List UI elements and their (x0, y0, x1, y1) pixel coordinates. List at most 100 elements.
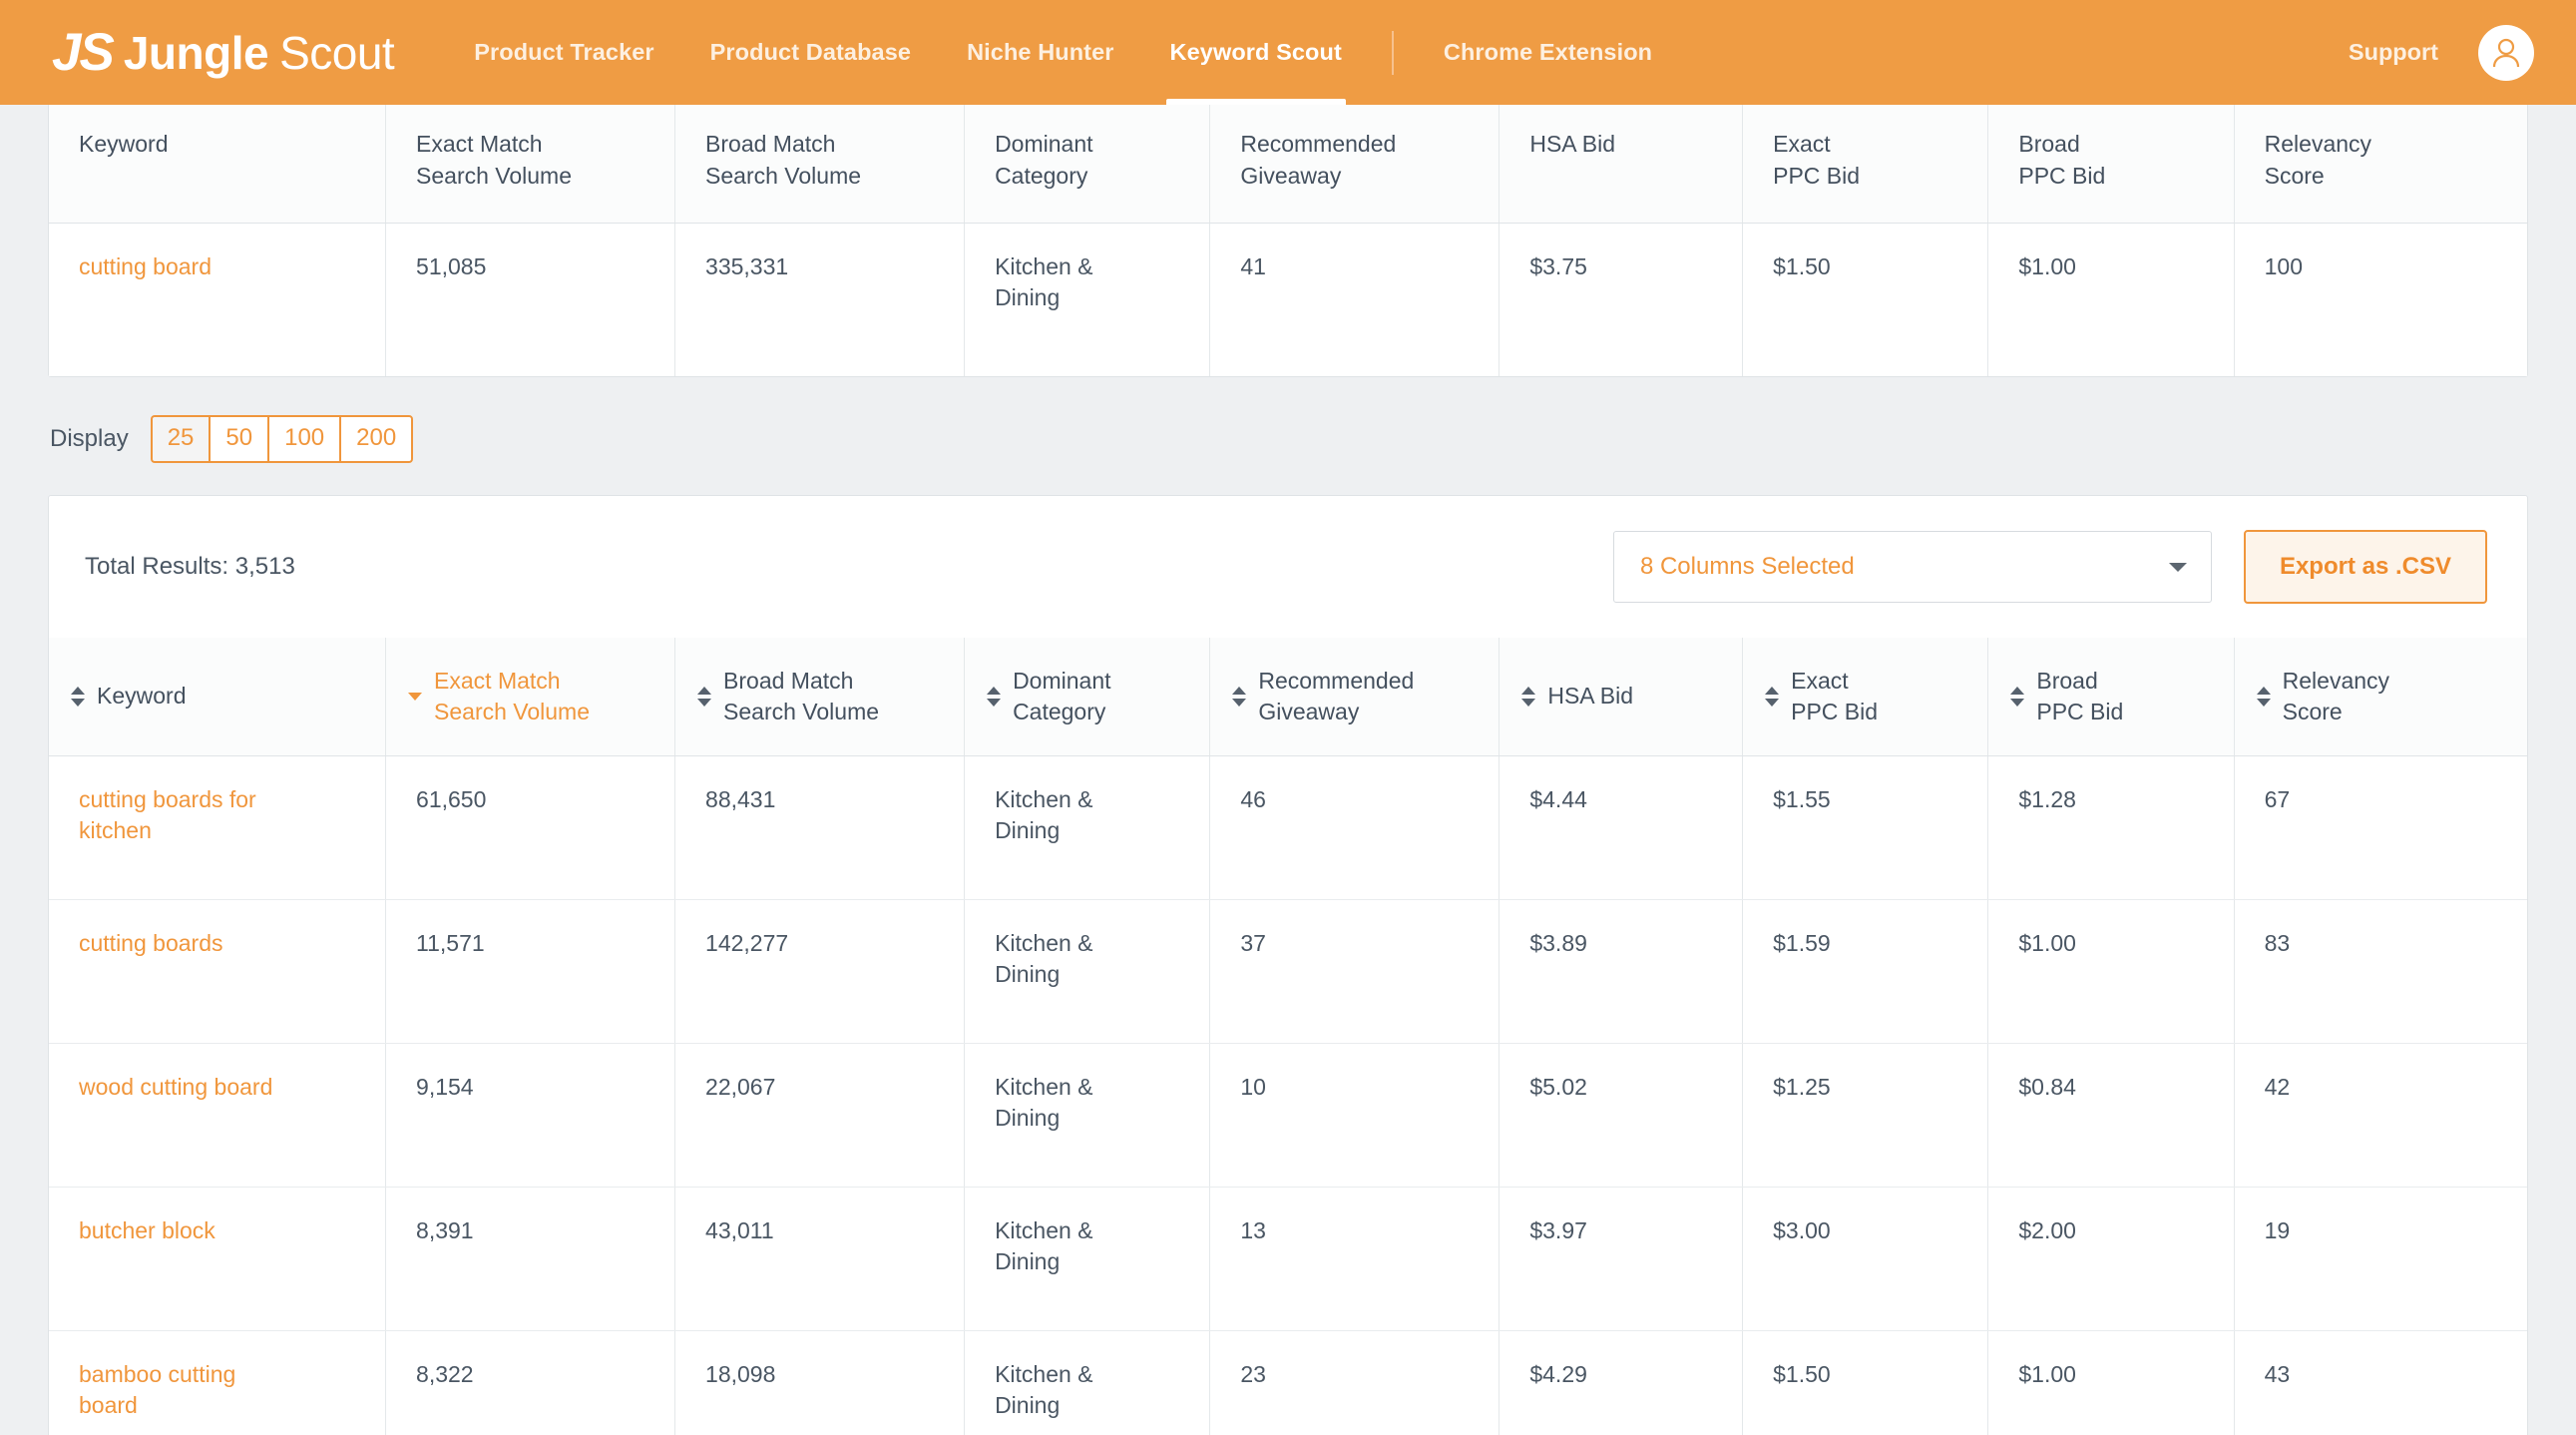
header-line1: Broad Match (723, 668, 853, 694)
page-size-50[interactable]: 50 (209, 415, 267, 464)
header-line2: Giveaway (1240, 163, 1341, 189)
nav-item-niche-hunter[interactable]: Niche Hunter (939, 0, 1141, 105)
category-line2: Dining (995, 284, 1060, 310)
header-keyword: Keyword (49, 105, 386, 223)
cell-exact-ppc-bid: $3.00 (1743, 1187, 1988, 1330)
header-keyword-label: Keyword (79, 131, 168, 157)
cell-dominant-category: Kitchen & Dining (965, 1330, 1210, 1435)
columns-select-dropdown[interactable]: 8 Columns Selected (1613, 531, 2212, 603)
page-size-100[interactable]: 100 (267, 415, 339, 464)
brand-logo[interactable]: JS Jungle Scout (52, 26, 394, 79)
header-line1: HSA Bid (1547, 683, 1633, 709)
category-line1: Kitchen & (995, 1217, 1092, 1243)
results-table-body: cutting boards for kitchen 61,650 88,431… (49, 755, 2527, 1435)
table-row: bamboo cutting board 8,322 18,098 Kitche… (49, 1330, 2527, 1435)
nav-item-product-tracker[interactable]: Product Tracker (446, 0, 681, 105)
keyword-link[interactable]: bamboo cutting board (79, 1361, 235, 1419)
sort-header-recommended-giveaway[interactable]: Recommended Giveaway (1210, 638, 1500, 755)
cell-relevancy-score: 43 (2234, 1330, 2527, 1435)
keyword-line2: board (79, 1392, 138, 1418)
nav-item-support[interactable]: Support (2349, 39, 2438, 66)
header-line2: PPC Bid (1791, 699, 1878, 724)
header-broad-match-search-volume: Broad Match Search Volume (675, 105, 965, 223)
nav-divider (1392, 31, 1394, 75)
cell-dominant-category: Kitchen & Dining (965, 1187, 1210, 1330)
sort-header-keyword[interactable]: Keyword (49, 638, 386, 755)
cell-broad-match-search-volume: 18,098 (675, 1330, 965, 1435)
columns-select-value: 8 Columns Selected (1640, 553, 1855, 581)
header-line2: Search Volume (434, 699, 590, 724)
nav-item-keyword-scout[interactable]: Keyword Scout (1142, 0, 1370, 105)
keyword-link[interactable]: cutting board (79, 253, 212, 279)
sort-header-broad-ppc-bid[interactable]: Broad PPC Bid (1988, 638, 2234, 755)
header-line2: Giveaway (1258, 699, 1359, 724)
header-line2: Search Volume (416, 163, 572, 189)
sort-header-label: Exact PPC Bid (1791, 666, 1878, 728)
cell-recommended-giveaway: 46 (1210, 755, 1500, 899)
cell-exact-match-search-volume: 11,571 (386, 899, 675, 1043)
cell-exact-match-search-volume: 9,154 (386, 1043, 675, 1187)
cell-recommended-giveaway: 23 (1210, 1330, 1500, 1435)
sort-arrows-icon (2257, 687, 2271, 707)
user-avatar-icon (2487, 34, 2525, 72)
sort-header-exact-match-search-volume[interactable]: Exact Match Search Volume (386, 638, 675, 755)
header-dominant-category: Dominant Category (965, 105, 1210, 223)
header-line1: Exact Match (434, 668, 561, 694)
cell-hsa-bid: $3.89 (1500, 899, 1743, 1043)
export-csv-button[interactable]: Export as .CSV (2244, 530, 2487, 604)
cell-exact-ppc-bid: $1.25 (1743, 1043, 1988, 1187)
cell-relevancy-score: 100 (2234, 223, 2527, 376)
header-hsa-bid: HSA Bid (1500, 105, 1743, 223)
sort-arrows-icon (987, 687, 1001, 707)
user-avatar-button[interactable] (2478, 25, 2534, 81)
sort-header-exact-ppc-bid[interactable]: Exact PPC Bid (1743, 638, 1988, 755)
sort-header-label: Relevancy Score (2283, 666, 2389, 728)
cell-broad-match-search-volume: 88,431 (675, 755, 965, 899)
keyword-link[interactable]: cutting boards for kitchen (79, 786, 256, 844)
sort-header-label: HSA Bid (1547, 681, 1633, 713)
sort-arrow-down-icon (408, 693, 422, 701)
header-line1: Exact (1791, 668, 1849, 694)
header-line1: Relevancy (2283, 668, 2389, 694)
sort-header-dominant-category[interactable]: Dominant Category (965, 638, 1210, 755)
nav-item-product-database[interactable]: Product Database (682, 0, 939, 105)
header-line2: Search Volume (723, 699, 879, 724)
header-line1: Relevancy (2265, 131, 2371, 157)
page-size-200[interactable]: 200 (339, 415, 413, 464)
category-line2: Dining (995, 1105, 1060, 1131)
display-page-size-group: 25 50 100 200 (151, 415, 414, 464)
cell-broad-ppc-bid: $1.28 (1988, 755, 2234, 899)
cell-exact-ppc-bid: $1.50 (1743, 223, 1988, 376)
cell-exact-match-search-volume: 61,650 (386, 755, 675, 899)
table-row: cutting board 51,085 335,331 Kitchen & D… (49, 223, 2527, 376)
nav-right-group: Support (2349, 25, 2534, 81)
primary-nav-items: Product Tracker Product Database Niche H… (446, 0, 2349, 105)
header-line1: Recommended (1240, 131, 1396, 157)
header-line2: Score (2283, 699, 2343, 724)
cell-exact-match-search-volume: 8,322 (386, 1330, 675, 1435)
display-row: Display 25 50 100 200 (48, 377, 2528, 496)
sort-header-hsa-bid[interactable]: HSA Bid (1500, 638, 1743, 755)
page-body: Keyword Exact Match Search Volume Broad … (0, 105, 2576, 1435)
cell-dominant-category: Kitchen & Dining (965, 1043, 1210, 1187)
page-size-25[interactable]: 25 (151, 415, 210, 464)
nav-item-chrome-extension[interactable]: Chrome Extension (1416, 0, 1680, 105)
header-line2: Search Volume (705, 163, 861, 189)
keyword-link[interactable]: cutting boards (79, 930, 222, 956)
cell-relevancy-score: 42 (2234, 1043, 2527, 1187)
cell-keyword: butcher block (49, 1187, 386, 1330)
cell-broad-match-search-volume: 335,331 (675, 223, 965, 376)
keyword-link[interactable]: butcher block (79, 1217, 215, 1243)
sort-header-label: Broad Match Search Volume (723, 666, 879, 728)
header-line1: Broad Match (705, 131, 835, 157)
category-line1: Kitchen & (995, 930, 1092, 956)
sort-header-broad-match-search-volume[interactable]: Broad Match Search Volume (675, 638, 965, 755)
sort-header-label: Dominant Category (1013, 666, 1110, 728)
header-line2: PPC Bid (2018, 163, 2105, 189)
keyword-link[interactable]: wood cutting board (79, 1074, 272, 1100)
cell-keyword: cutting boards (49, 899, 386, 1043)
sort-header-relevancy-score[interactable]: Relevancy Score (2234, 638, 2527, 755)
cell-exact-match-search-volume: 8,391 (386, 1187, 675, 1330)
jungle-scout-logo-icon: JS (52, 26, 124, 79)
cell-hsa-bid: $4.29 (1500, 1330, 1743, 1435)
